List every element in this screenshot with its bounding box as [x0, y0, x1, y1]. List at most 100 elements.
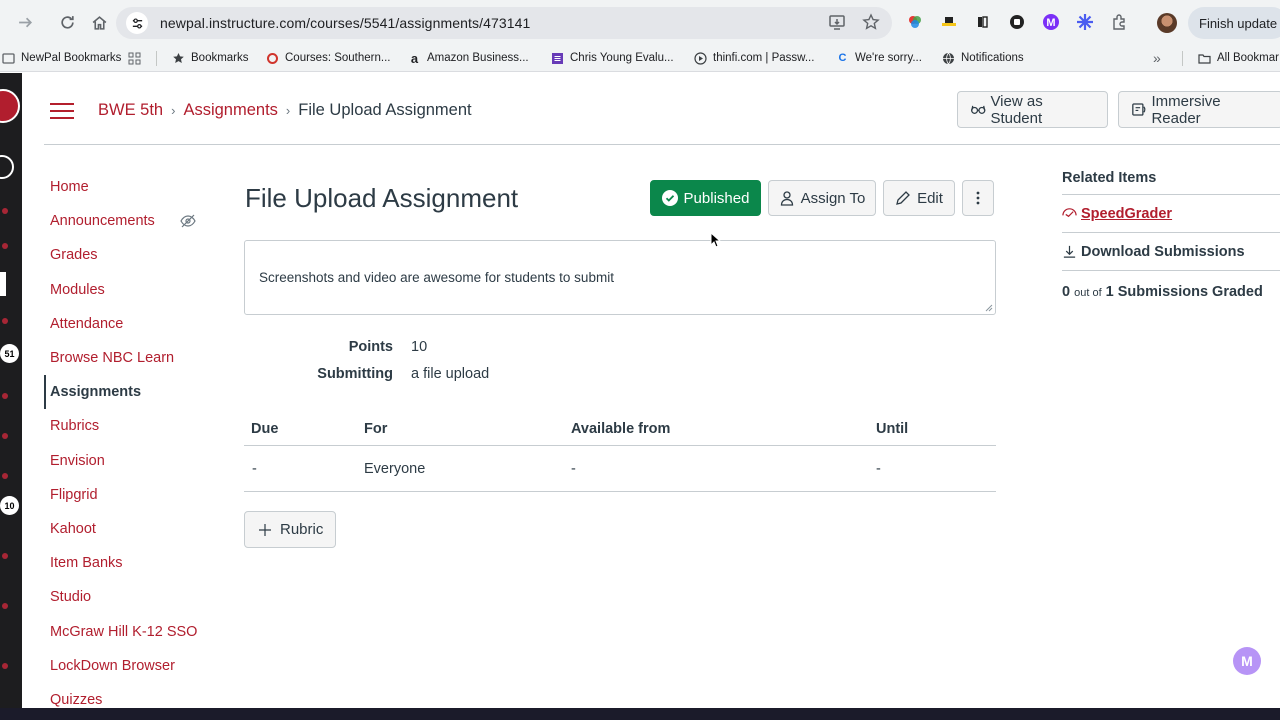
submitting-label: Submitting: [317, 366, 393, 382]
m-extension-icon[interactable]: M: [1041, 12, 1061, 32]
nav-studio[interactable]: Studio: [44, 580, 214, 614]
bookmark-sorry[interactable]: C We're sorry...: [836, 52, 922, 65]
nav-flipgrid[interactable]: Flipgrid: [44, 478, 214, 512]
home-icon[interactable]: [83, 7, 115, 39]
submissions-graded: 0 out of 1 Submissions Graded: [1062, 284, 1263, 300]
edit-button[interactable]: Edit: [883, 180, 955, 216]
bookmark-thinfi[interactable]: thinfi.com | Passw...: [694, 51, 814, 65]
breadcrumb-separator: ›: [285, 103, 291, 118]
breadcrumb-separator: ›: [171, 103, 176, 118]
folder-icon: [1198, 52, 1211, 65]
column-header-for: For: [364, 421, 388, 437]
m-assistant-bubble[interactable]: M: [1233, 647, 1261, 675]
apps-grid-icon: [128, 52, 141, 65]
person-icon: [780, 191, 793, 206]
published-button[interactable]: Published: [650, 180, 761, 216]
points-label: Points: [348, 339, 393, 355]
immersive-reader-button[interactable]: Immersive Reader: [1118, 91, 1280, 128]
breadcrumb-current: File Upload Assignment: [298, 101, 472, 119]
form-icon: [551, 52, 564, 65]
install-app-icon[interactable]: [828, 13, 846, 36]
nav-modules[interactable]: Modules: [44, 273, 214, 307]
nav-item-banks[interactable]: Item Banks: [44, 546, 214, 580]
nav-kahoot[interactable]: Kahoot: [44, 512, 214, 546]
more-bookmarks-icon[interactable]: »: [1153, 50, 1161, 66]
bookmark-star-icon[interactable]: [862, 13, 880, 36]
nav-mcgraw-hill[interactable]: McGraw Hill K-12 SSO: [44, 614, 214, 648]
nav-dot: [2, 318, 8, 324]
download-submissions-link[interactable]: Download Submissions: [1062, 233, 1280, 271]
address-bar[interactable]: newpal.instructure.com/courses/5541/assi…: [116, 7, 892, 39]
nav-attendance[interactable]: Attendance: [44, 307, 214, 341]
bookmark-extension-icon[interactable]: [973, 12, 993, 32]
bookmark-notifications[interactable]: Notifications: [942, 52, 1024, 65]
nav-dot: [2, 393, 8, 399]
nav-dot: [2, 208, 8, 214]
nav-announcements[interactable]: Announcements: [44, 204, 214, 238]
cell-due: -: [252, 461, 257, 477]
bookmark-amazon[interactable]: a Amazon Business...: [408, 51, 529, 66]
color-extension-icon[interactable]: [905, 12, 925, 32]
star-icon: [172, 52, 185, 65]
nav-dot: [2, 603, 8, 609]
related-items: Related Items SpeedGrader Download Submi…: [1062, 158, 1280, 300]
table-header-row: Due For Available from Until: [244, 412, 996, 446]
globe-icon: [942, 52, 955, 65]
breadcrumb: BWE 5th › Assignments › File Upload Assi…: [98, 101, 472, 120]
speedgrader-icon: [1062, 208, 1077, 218]
resize-grip-icon[interactable]: [985, 304, 993, 312]
profile-avatar[interactable]: [1157, 13, 1177, 33]
tab-group-icon: [2, 52, 15, 65]
site-info-icon[interactable]: [126, 12, 148, 34]
dates-table: Due For Available from Until - Everyone …: [244, 412, 996, 492]
play-circle-icon: [694, 51, 707, 65]
cq-icon: C: [838, 52, 847, 64]
bookmark-chris-young[interactable]: Chris Young Evalu...: [551, 52, 674, 65]
red-favicon-icon: [266, 52, 279, 65]
more-options-button[interactable]: [962, 180, 994, 216]
check-circle-icon: [661, 190, 678, 206]
view-as-student-button[interactable]: View as Student: [957, 91, 1108, 128]
nav-grades[interactable]: Grades: [44, 238, 214, 272]
all-bookmarks[interactable]: All Bookmar: [1198, 52, 1279, 65]
notification-badge[interactable]: 10: [0, 496, 19, 515]
reload-icon[interactable]: [51, 7, 83, 39]
related-items-title: Related Items: [1062, 158, 1280, 195]
nav-assignments[interactable]: Assignments: [44, 375, 214, 410]
active-nav-indicator: [0, 272, 6, 296]
breadcrumb-assignments[interactable]: Assignments: [183, 101, 277, 120]
nav-dot: [2, 473, 8, 479]
speedgrader-link[interactable]: SpeedGrader: [1062, 195, 1280, 233]
column-header-due: Due: [251, 421, 279, 437]
bookmark-newpal[interactable]: NewPal Bookmarks: [2, 52, 121, 65]
hat-extension-icon[interactable]: [939, 12, 959, 32]
pencil-icon: [896, 191, 910, 205]
spark-extension-icon[interactable]: [1075, 12, 1095, 32]
nav-lockdown-browser[interactable]: LockDown Browser: [44, 649, 214, 683]
bookmarks-bar: NewPal Bookmarks Bookmarks Courses: Sout…: [0, 45, 1280, 72]
nav-home[interactable]: Home: [44, 170, 214, 204]
extensions-puzzle-icon[interactable]: [1109, 12, 1129, 32]
nav-envision[interactable]: Envision: [44, 444, 214, 478]
course-menu-icon[interactable]: [50, 103, 74, 120]
nav-browse-nbc-learn[interactable]: Browse NBC Learn: [44, 341, 214, 375]
breadcrumb-course[interactable]: BWE 5th: [98, 101, 163, 120]
finish-update-button[interactable]: Finish update: [1188, 7, 1280, 39]
add-rubric-button[interactable]: Rubric: [244, 511, 336, 548]
browser-toolbar: newpal.instructure.com/courses/5541/assi…: [0, 0, 1280, 45]
inbox-badge[interactable]: 51: [0, 344, 19, 363]
bookmark-apps[interactable]: [128, 52, 147, 65]
global-nav: 51 10: [0, 73, 22, 720]
bookmark-courses[interactable]: Courses: Southern...: [266, 52, 390, 65]
bookmark-bookmarks[interactable]: Bookmarks: [172, 52, 249, 65]
download-icon: [1063, 245, 1076, 258]
assignment-title: File Upload Assignment: [245, 183, 519, 213]
forward-icon[interactable]: [9, 7, 41, 39]
account-icon[interactable]: [0, 155, 14, 179]
cell-until: -: [876, 461, 881, 477]
school-logo[interactable]: [0, 89, 20, 123]
assign-to-button[interactable]: Assign To: [768, 180, 876, 216]
kebab-menu-icon: [976, 191, 980, 205]
record-extension-icon[interactable]: [1007, 12, 1027, 32]
nav-rubrics[interactable]: Rubrics: [44, 409, 214, 443]
